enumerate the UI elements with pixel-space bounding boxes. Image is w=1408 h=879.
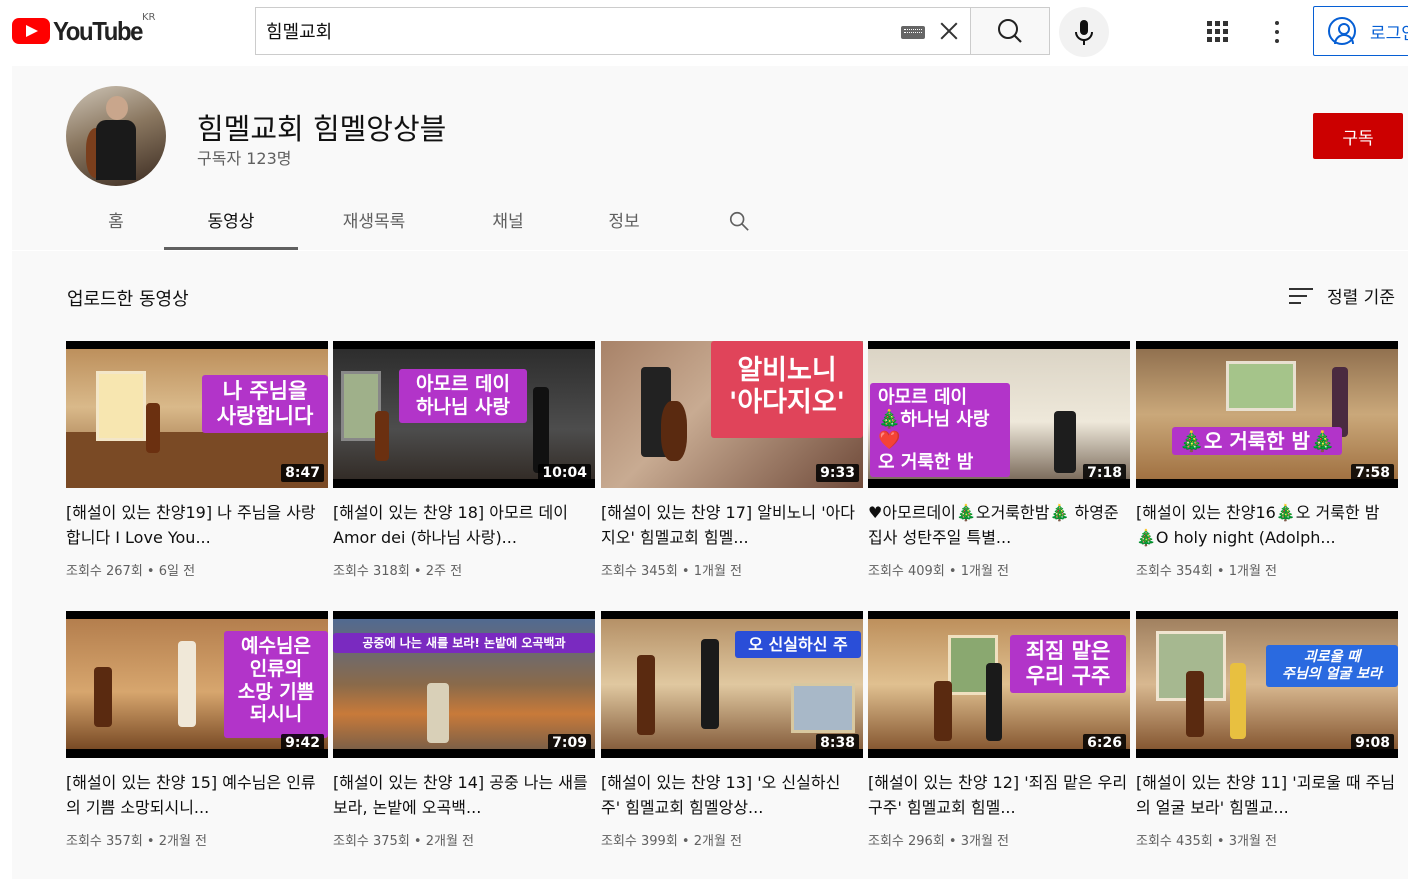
search-icon bbox=[998, 19, 1022, 43]
youtube-logo[interactable]: YouTube KR bbox=[12, 12, 156, 46]
video-meta: 조회수 409회 • 1개월 전 bbox=[868, 564, 1010, 579]
thumbnail-overlay-text: 예수님은 인류의 소망 기쁨 되시니 bbox=[224, 631, 328, 738]
video-duration: 10:04 bbox=[538, 464, 591, 482]
video-meta: 조회수 318회 • 2주 전 bbox=[333, 564, 463, 579]
video-title[interactable]: [해설이 있는 찬양 14] 공중 나는 새를 보라, 논밭에 오곡백... bbox=[333, 770, 595, 820]
search-box bbox=[255, 7, 971, 55]
video-meta: 조회수 354회 • 1개월 전 bbox=[1136, 564, 1278, 579]
masthead: YouTube KR 로그인 bbox=[0, 0, 1408, 64]
video-thumbnail[interactable]: 나 주님을 사랑합니다 8:47 bbox=[66, 341, 328, 488]
video-duration: 9:08 bbox=[1351, 734, 1394, 752]
video-meta: 조회수 375회 • 2개월 전 bbox=[333, 834, 475, 849]
video-title[interactable]: [해설이 있는 찬양 11] '괴로울 때 주님의 얼굴 보라' 힘멜교... bbox=[1136, 770, 1398, 820]
video-thumbnail[interactable]: 아모르 데이 🎄하나님 사랑❤️ 오 거룩한 밤 7:18 bbox=[868, 341, 1130, 488]
video-card[interactable]: 오 신실하신 주 8:38 [해설이 있는 찬양 13] '오 신실하신 주' … bbox=[601, 611, 863, 849]
video-duration: 8:38 bbox=[816, 734, 859, 752]
video-duration: 7:09 bbox=[548, 734, 591, 752]
video-meta: 조회수 357회 • 2개월 전 bbox=[66, 834, 208, 849]
video-thumbnail[interactable]: 죄짐 맡은 우리 구주 6:26 bbox=[868, 611, 1130, 758]
search-input[interactable] bbox=[266, 8, 886, 54]
tab-about[interactable]: 정보 bbox=[574, 190, 674, 250]
video-meta: 조회수 399회 • 2개월 전 bbox=[601, 834, 743, 849]
channel-name: 힘멜교회 힘멜앙상블 bbox=[197, 112, 447, 146]
tab-home[interactable]: 홈 bbox=[76, 190, 156, 250]
subscriber-count: 구독자 123명 bbox=[197, 149, 292, 168]
sort-label: 정렬 기준 bbox=[1327, 288, 1395, 308]
video-duration: 9:42 bbox=[281, 734, 324, 752]
video-card[interactable]: 알비노니 '아다지오' 9:33 [해설이 있는 찬양 17] 알비노니 '아다지… bbox=[601, 341, 863, 579]
keyboard-icon[interactable] bbox=[901, 26, 925, 39]
video-title[interactable]: [해설이 있는 찬양 18] 아모르 데이 Amor dei (하나님 사랑).… bbox=[333, 500, 595, 550]
thumbnail-overlay-text: 아모르 데이 하나님 사랑 bbox=[399, 369, 527, 423]
sort-button[interactable]: 정렬 기준 bbox=[1289, 283, 1395, 308]
video-thumbnail[interactable]: 알비노니 '아다지오' 9:33 bbox=[601, 341, 863, 488]
video-title[interactable]: [해설이 있는 찬양19] 나 주님을 사랑합니다 I Love You... bbox=[66, 500, 328, 550]
tab-playlists[interactable]: 재생목록 bbox=[324, 190, 424, 250]
video-meta: 조회수 267회 • 6일 전 bbox=[66, 564, 196, 579]
sort-icon bbox=[1289, 287, 1313, 305]
thumbnail-overlay-text: 나 주님을 사랑합니다 bbox=[202, 375, 328, 434]
thumbnail-overlay-text: 알비노니 '아다지오' bbox=[711, 341, 863, 438]
signin-button[interactable]: 로그인 bbox=[1313, 6, 1408, 56]
video-thumbnail[interactable]: 🎄오 거룩한 밤🎄 7:58 bbox=[1136, 341, 1398, 488]
video-thumbnail[interactable]: 공중에 나는 새를 보라! 논밭에 오곡백과 7:09 bbox=[333, 611, 595, 758]
thumbnail-overlay-text: 아모르 데이 🎄하나님 사랑❤️ 오 거룩한 밤 bbox=[870, 383, 1010, 478]
video-duration: 7:58 bbox=[1351, 464, 1394, 482]
channel-avatar[interactable] bbox=[66, 86, 166, 186]
video-meta: 조회수 345회 • 1개월 전 bbox=[601, 564, 743, 579]
video-meta: 조회수 435회 • 3개월 전 bbox=[1136, 834, 1278, 849]
video-card[interactable]: 🎄오 거룩한 밤🎄 7:58 [해설이 있는 찬양16🎄오 거룩한 밤🎄O ho… bbox=[1136, 341, 1398, 579]
signin-label: 로그인 bbox=[1370, 23, 1408, 44]
youtube-play-icon bbox=[12, 18, 50, 44]
video-thumbnail[interactable]: 괴로울 때 주님의 얼굴 보라 9:08 bbox=[1136, 611, 1398, 758]
video-card[interactable]: 나 주님을 사랑합니다 8:47 [해설이 있는 찬양19] 나 주님을 사랑합니… bbox=[66, 341, 328, 579]
tab-videos[interactable]: 동영상 bbox=[164, 190, 298, 250]
video-thumbnail[interactable]: 오 신실하신 주 8:38 bbox=[601, 611, 863, 758]
voice-search-button[interactable] bbox=[1059, 7, 1109, 57]
section-title: 업로드한 동영상 bbox=[67, 289, 189, 310]
video-card[interactable]: 죄짐 맡은 우리 구주 6:26 [해설이 있는 찬양 12] '죄짐 맡은 우리… bbox=[868, 611, 1130, 849]
apps-grid-icon[interactable] bbox=[1207, 21, 1229, 43]
thumbnail-overlay-text: 오 신실하신 주 bbox=[735, 631, 861, 659]
video-title[interactable]: [해설이 있는 찬양 17] 알비노니 '아다지오' 힘멜교회 힘멜... bbox=[601, 500, 863, 550]
channel-search-icon[interactable] bbox=[728, 210, 750, 232]
video-duration: 9:33 bbox=[816, 464, 859, 482]
video-meta: 조회수 296회 • 3개월 전 bbox=[868, 834, 1010, 849]
video-card[interactable]: 예수님은 인류의 소망 기쁨 되시니 9:42 [해설이 있는 찬양 15] 예수님은… bbox=[66, 611, 328, 849]
video-thumbnail[interactable]: 예수님은 인류의 소망 기쁨 되시니 9:42 bbox=[66, 611, 328, 758]
thumbnail-overlay-text: 🎄오 거룩한 밤🎄 bbox=[1172, 427, 1342, 455]
thumbnail-overlay-text: 공중에 나는 새를 보라! 논밭에 오곡백과 bbox=[333, 633, 595, 654]
video-title[interactable]: [해설이 있는 찬양 12] '죄짐 맡은 우리 구주' 힘멜교회 힘멜... bbox=[868, 770, 1130, 820]
thumbnail-overlay-text: 죄짐 맡은 우리 구주 bbox=[1010, 635, 1126, 694]
tab-channels[interactable]: 채널 bbox=[458, 190, 558, 250]
videos-section: 업로드한 동영상 정렬 기준 나 주님을 사랑합니다 8:47 [해설이 있는 찬… bbox=[12, 251, 1408, 879]
video-duration: 8:47 bbox=[281, 464, 324, 482]
video-duration: 6:26 bbox=[1083, 734, 1126, 752]
video-duration: 7:18 bbox=[1083, 464, 1126, 482]
more-vert-icon[interactable] bbox=[1270, 19, 1284, 45]
subscribe-button[interactable]: 구독 bbox=[1313, 113, 1403, 159]
clear-search-icon[interactable] bbox=[936, 18, 962, 44]
video-title[interactable]: [해설이 있는 찬양16🎄오 거룩한 밤🎄O holy night (Adolp… bbox=[1136, 500, 1398, 550]
user-circle-icon bbox=[1328, 17, 1356, 45]
video-thumbnail[interactable]: 아모르 데이 하나님 사랑 10:04 bbox=[333, 341, 595, 488]
video-card[interactable]: 괴로울 때 주님의 얼굴 보라 9:08 [해설이 있는 찬양 11] '괴로울 … bbox=[1136, 611, 1398, 849]
video-title[interactable]: ♥아모르데이🎄오거룩한밤🎄 하영준 집사 성탄주일 특별... bbox=[868, 500, 1130, 550]
thumbnail-overlay-text: 괴로울 때 주님의 얼굴 보라 bbox=[1266, 645, 1398, 687]
logo-text: YouTube bbox=[53, 15, 143, 46]
video-card[interactable]: 공중에 나는 새를 보라! 논밭에 오곡백과 7:09 [해설이 있는 찬양 1… bbox=[333, 611, 595, 849]
video-title[interactable]: [해설이 있는 찬양 13] '오 신실하신 주' 힘멜교회 힘멜앙상... bbox=[601, 770, 863, 820]
country-code: KR bbox=[142, 12, 156, 23]
search-button[interactable] bbox=[970, 7, 1050, 55]
video-card[interactable]: 아모르 데이 🎄하나님 사랑❤️ 오 거룩한 밤 7:18 ♥아모르데이🎄오거룩한밤… bbox=[868, 341, 1130, 579]
microphone-icon bbox=[1075, 20, 1093, 45]
video-title[interactable]: [해설이 있는 찬양 15] 예수님은 인류의 기쁨 소망되시니... bbox=[66, 770, 328, 820]
video-card[interactable]: 아모르 데이 하나님 사랑 10:04 [해설이 있는 찬양 18] 아모르 데이… bbox=[333, 341, 595, 579]
